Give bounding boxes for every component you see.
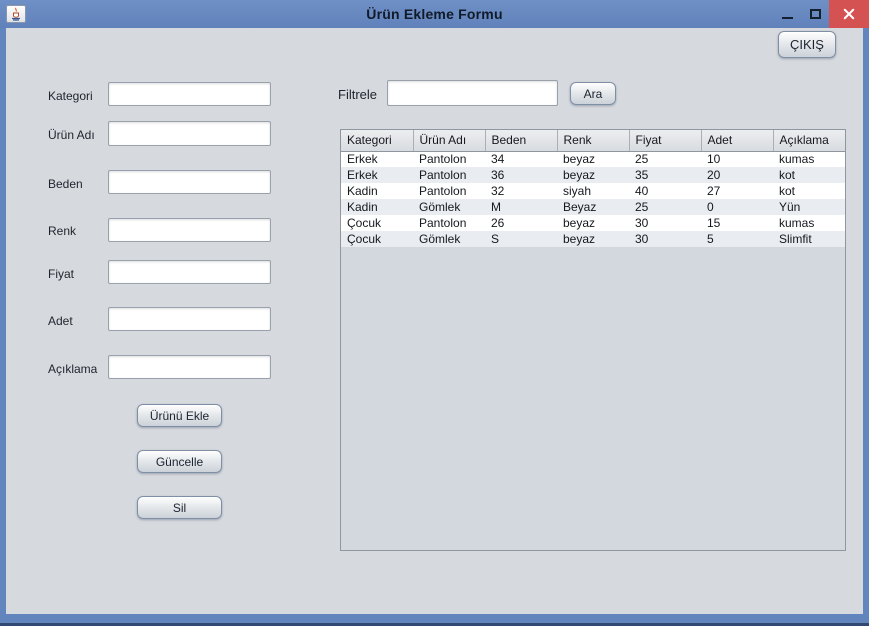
- cell: beyaz: [557, 215, 629, 231]
- cell: 0: [701, 199, 773, 215]
- cell: 20: [701, 167, 773, 183]
- cell: M: [485, 199, 557, 215]
- cell: 32: [485, 183, 557, 199]
- cell: Çocuk: [341, 231, 413, 247]
- renk-input[interactable]: [108, 218, 271, 242]
- beden-label: Beden: [48, 177, 83, 191]
- minimize-icon: [782, 17, 793, 19]
- cell: kumas: [773, 215, 845, 231]
- filter-input[interactable]: [387, 80, 558, 106]
- close-icon: [843, 8, 855, 20]
- col-header-beden[interactable]: Beden: [485, 130, 557, 151]
- app-window: Ürün Ekleme Formu ÇIKIŞ Kategori Ürün Ad…: [0, 0, 869, 626]
- table-row[interactable]: Çocuk Gömlek S beyaz 30 5 Slimfit: [341, 231, 845, 247]
- cell: Gömlek: [413, 199, 485, 215]
- maximize-icon: [810, 9, 821, 19]
- table-row[interactable]: Erkek Pantolon 34 beyaz 25 10 kumas: [341, 151, 845, 167]
- cell: Erkek: [341, 151, 413, 167]
- cell: Pantolon: [413, 215, 485, 231]
- table-row[interactable]: Erkek Pantolon 36 beyaz 35 20 kot: [341, 167, 845, 183]
- cell: 15: [701, 215, 773, 231]
- cell: Kadin: [341, 183, 413, 199]
- renk-label: Renk: [48, 224, 76, 238]
- update-button[interactable]: Güncelle: [137, 450, 222, 473]
- exit-button[interactable]: ÇIKIŞ: [778, 31, 836, 58]
- cell: siyah: [557, 183, 629, 199]
- aciklama-input[interactable]: [108, 355, 271, 379]
- main-panel: ÇIKIŞ Kategori Ürün Adı Beden Renk Fiyat…: [6, 28, 863, 614]
- cell: 40: [629, 183, 701, 199]
- product-table: Kategori Ürün Adı Beden Renk Fiyat Adet …: [341, 130, 845, 247]
- urun-adi-label: Ürün Adı: [48, 128, 95, 142]
- cell: Pantolon: [413, 167, 485, 183]
- fiyat-input[interactable]: [108, 260, 271, 284]
- col-header-renk[interactable]: Renk: [557, 130, 629, 151]
- cell: beyaz: [557, 151, 629, 167]
- minimize-button[interactable]: [773, 0, 801, 28]
- cell: 25: [629, 199, 701, 215]
- table-row[interactable]: Kadin Gömlek M Beyaz 25 0 Yün: [341, 199, 845, 215]
- adet-label: Adet: [48, 314, 73, 328]
- cell: 26: [485, 215, 557, 231]
- filter-label: Filtrele: [338, 87, 377, 102]
- cell: 5: [701, 231, 773, 247]
- cell: Pantolon: [413, 151, 485, 167]
- cell: 27: [701, 183, 773, 199]
- cell: Çocuk: [341, 215, 413, 231]
- col-header-fiyat[interactable]: Fiyat: [629, 130, 701, 151]
- fiyat-label: Fiyat: [48, 267, 74, 281]
- search-button[interactable]: Ara: [570, 82, 616, 105]
- delete-button[interactable]: Sil: [137, 496, 222, 519]
- window-title: Ürün Ekleme Formu: [0, 6, 869, 22]
- aciklama-label: Açıklama: [48, 362, 97, 376]
- window-controls: [773, 0, 869, 28]
- cell: Beyaz: [557, 199, 629, 215]
- add-product-button[interactable]: Ürünü Ekle: [137, 404, 222, 427]
- cell: kot: [773, 183, 845, 199]
- col-header-urun-adi[interactable]: Ürün Adı: [413, 130, 485, 151]
- close-button[interactable]: [829, 0, 869, 28]
- table-row[interactable]: Kadin Pantolon 32 siyah 40 27 kot: [341, 183, 845, 199]
- product-table-scrollpane: Kategori Ürün Adı Beden Renk Fiyat Adet …: [340, 129, 846, 551]
- cell: Erkek: [341, 167, 413, 183]
- adet-input[interactable]: [108, 307, 271, 331]
- col-header-adet[interactable]: Adet: [701, 130, 773, 151]
- cell: 34: [485, 151, 557, 167]
- cell: kumas: [773, 151, 845, 167]
- cell: Gömlek: [413, 231, 485, 247]
- cell: 30: [629, 215, 701, 231]
- cell: 36: [485, 167, 557, 183]
- kategori-label: Kategori: [48, 89, 93, 103]
- cell: 25: [629, 151, 701, 167]
- cell: beyaz: [557, 231, 629, 247]
- cell: Yün: [773, 199, 845, 215]
- cell: kot: [773, 167, 845, 183]
- titlebar[interactable]: Ürün Ekleme Formu: [0, 0, 869, 28]
- beden-input[interactable]: [108, 170, 271, 194]
- cell: Slimfit: [773, 231, 845, 247]
- cell: Pantolon: [413, 183, 485, 199]
- cell: Kadin: [341, 199, 413, 215]
- col-header-aciklama[interactable]: Açıklama: [773, 130, 845, 151]
- cell: beyaz: [557, 167, 629, 183]
- table-row[interactable]: Çocuk Pantolon 26 beyaz 30 15 kumas: [341, 215, 845, 231]
- cell: 35: [629, 167, 701, 183]
- maximize-button[interactable]: [801, 0, 829, 28]
- cell: 10: [701, 151, 773, 167]
- col-header-kategori[interactable]: Kategori: [341, 130, 413, 151]
- table-header-row: Kategori Ürün Adı Beden Renk Fiyat Adet …: [341, 130, 845, 151]
- cell: S: [485, 231, 557, 247]
- cell: 30: [629, 231, 701, 247]
- urun-adi-input[interactable]: [108, 121, 271, 146]
- kategori-input[interactable]: [108, 82, 271, 106]
